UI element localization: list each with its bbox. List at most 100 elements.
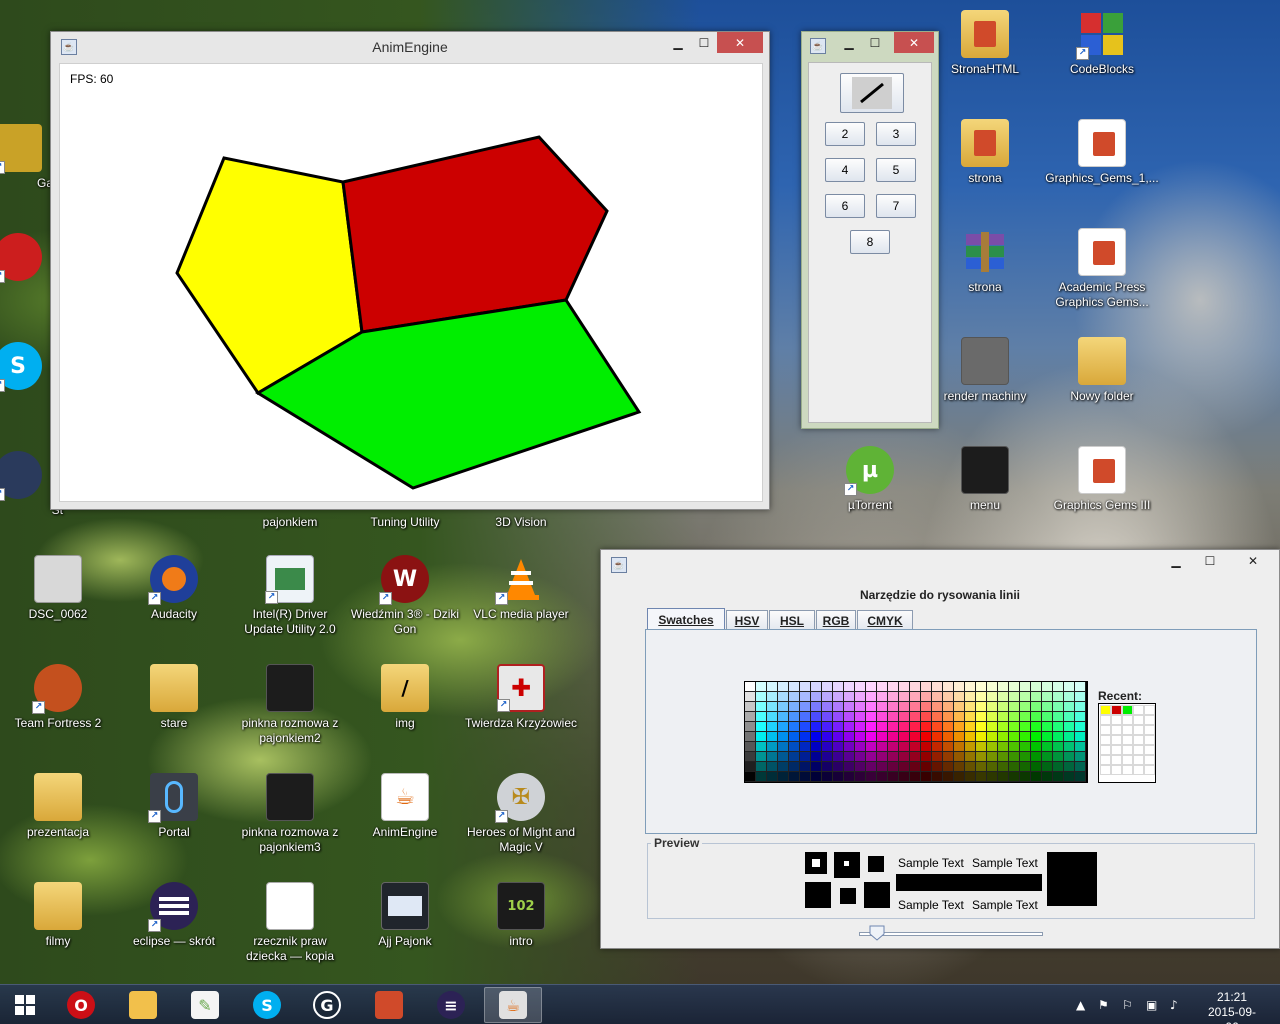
- line-tool-button[interactable]: [840, 73, 904, 113]
- color-swatch[interactable]: [745, 772, 756, 782]
- color-swatch[interactable]: [987, 682, 998, 692]
- color-swatch[interactable]: [954, 752, 965, 762]
- color-swatch[interactable]: [954, 732, 965, 742]
- color-swatch[interactable]: [778, 762, 789, 772]
- color-swatch[interactable]: [811, 722, 822, 732]
- color-swatch[interactable]: [998, 742, 1009, 752]
- color-swatch[interactable]: [800, 742, 811, 752]
- color-swatch[interactable]: [987, 752, 998, 762]
- tool-button-5[interactable]: 5: [876, 158, 916, 182]
- color-swatch[interactable]: [1031, 752, 1042, 762]
- color-swatch[interactable]: [888, 702, 899, 712]
- tab-rgb[interactable]: RGB: [816, 610, 856, 630]
- desktop-icon-stare[interactable]: stare: [116, 658, 232, 758]
- color-swatch[interactable]: [877, 762, 888, 772]
- color-swatch[interactable]: [910, 712, 921, 722]
- color-swatch[interactable]: [954, 742, 965, 752]
- color-swatch[interactable]: [866, 732, 877, 742]
- color-swatch[interactable]: [745, 762, 756, 772]
- color-swatch[interactable]: [888, 692, 899, 702]
- color-swatch[interactable]: [778, 712, 789, 722]
- color-swatch[interactable]: [921, 682, 932, 692]
- color-swatch[interactable]: [866, 682, 877, 692]
- recent-color-swatch[interactable]: [1100, 765, 1111, 775]
- recent-color-swatch[interactable]: [1133, 765, 1144, 775]
- color-swatch[interactable]: [866, 722, 877, 732]
- color-swatch[interactable]: [954, 702, 965, 712]
- color-swatch[interactable]: [1064, 682, 1075, 692]
- color-swatch[interactable]: [1053, 772, 1064, 782]
- color-swatch[interactable]: [833, 682, 844, 692]
- taskbar-steam[interactable]: G: [298, 987, 356, 1023]
- color-swatch[interactable]: [1042, 732, 1053, 742]
- color-swatch[interactable]: [1020, 762, 1031, 772]
- color-swatch[interactable]: [965, 702, 976, 712]
- color-swatch[interactable]: [1075, 772, 1086, 782]
- color-swatch[interactable]: [800, 752, 811, 762]
- color-swatch[interactable]: [976, 692, 987, 702]
- color-swatch[interactable]: [1042, 762, 1053, 772]
- color-swatch[interactable]: [954, 762, 965, 772]
- close-button[interactable]: ✕: [1233, 550, 1273, 571]
- color-swatch[interactable]: [866, 752, 877, 762]
- desktop-icon-rzecznik[interactable]: rzecznik praw dziecka — kopia: [232, 876, 348, 976]
- network-icon[interactable]: ▣: [1146, 998, 1157, 1012]
- color-swatch[interactable]: [745, 732, 756, 742]
- color-swatch[interactable]: [811, 742, 822, 752]
- color-swatch[interactable]: [976, 722, 987, 732]
- color-swatch[interactable]: [866, 712, 877, 722]
- color-swatch[interactable]: [789, 762, 800, 772]
- recent-color-swatch[interactable]: [1122, 755, 1133, 765]
- color-swatch[interactable]: [1031, 702, 1042, 712]
- recent-color-swatch[interactable]: [1144, 745, 1155, 755]
- desktop-icon-pinkna-rozmowa-3[interactable]: pinkna rozmowa z pajonkiem3: [232, 767, 348, 867]
- desktop-icon-render-machiny[interactable]: render machiny: [927, 331, 1043, 431]
- color-swatch[interactable]: [899, 712, 910, 722]
- color-swatch[interactable]: [943, 722, 954, 732]
- color-swatch[interactable]: [965, 712, 976, 722]
- color-swatch[interactable]: [877, 772, 888, 782]
- recent-color-swatch[interactable]: [1100, 735, 1111, 745]
- color-swatch[interactable]: [822, 682, 833, 692]
- color-swatch[interactable]: [822, 732, 833, 742]
- color-swatch[interactable]: [800, 762, 811, 772]
- color-swatch[interactable]: [811, 762, 822, 772]
- color-swatch[interactable]: [833, 742, 844, 752]
- color-swatch[interactable]: [866, 702, 877, 712]
- desktop-icon-twierdza[interactable]: ✚ ↗ Twierdza Krzyżowiec: [463, 658, 579, 758]
- color-swatch[interactable]: [811, 702, 822, 712]
- color-swatch[interactable]: [1031, 712, 1042, 722]
- color-swatch[interactable]: [976, 742, 987, 752]
- color-swatch[interactable]: [833, 702, 844, 712]
- color-swatch[interactable]: [822, 752, 833, 762]
- swatch-grid[interactable]: [744, 681, 1088, 783]
- color-swatch[interactable]: [800, 682, 811, 692]
- color-swatch[interactable]: [954, 712, 965, 722]
- color-swatch[interactable]: [921, 692, 932, 702]
- recent-color-swatch[interactable]: [1144, 715, 1155, 725]
- color-chooser-titlebar[interactable]: ☕ ▁ ☐ ✕: [601, 550, 1279, 580]
- color-swatch[interactable]: [1020, 682, 1031, 692]
- color-swatch[interactable]: [811, 692, 822, 702]
- color-swatch[interactable]: [1042, 702, 1053, 712]
- recent-color-swatch[interactable]: [1122, 705, 1133, 715]
- color-swatch[interactable]: [745, 752, 756, 762]
- color-swatch[interactable]: [932, 772, 943, 782]
- recent-color-swatch[interactable]: [1111, 725, 1122, 735]
- color-swatch[interactable]: [844, 712, 855, 722]
- desktop-icon-menu[interactable]: menu: [927, 440, 1043, 540]
- color-swatch[interactable]: [899, 742, 910, 752]
- color-swatch[interactable]: [789, 732, 800, 742]
- desktop-icon-wiedzmin-3[interactable]: W ↗ Wiedźmin 3® - Dziki Gon: [347, 549, 463, 649]
- tool-button-3[interactable]: 3: [876, 122, 916, 146]
- color-swatch[interactable]: [855, 772, 866, 782]
- color-swatch[interactable]: [1075, 712, 1086, 722]
- color-swatch[interactable]: [1053, 682, 1064, 692]
- color-swatch[interactable]: [1020, 772, 1031, 782]
- color-swatch[interactable]: [855, 762, 866, 772]
- color-swatch[interactable]: [877, 722, 888, 732]
- recent-color-swatch[interactable]: [1122, 735, 1133, 745]
- color-swatch[interactable]: [756, 742, 767, 752]
- color-swatch[interactable]: [976, 702, 987, 712]
- color-swatch[interactable]: [789, 772, 800, 782]
